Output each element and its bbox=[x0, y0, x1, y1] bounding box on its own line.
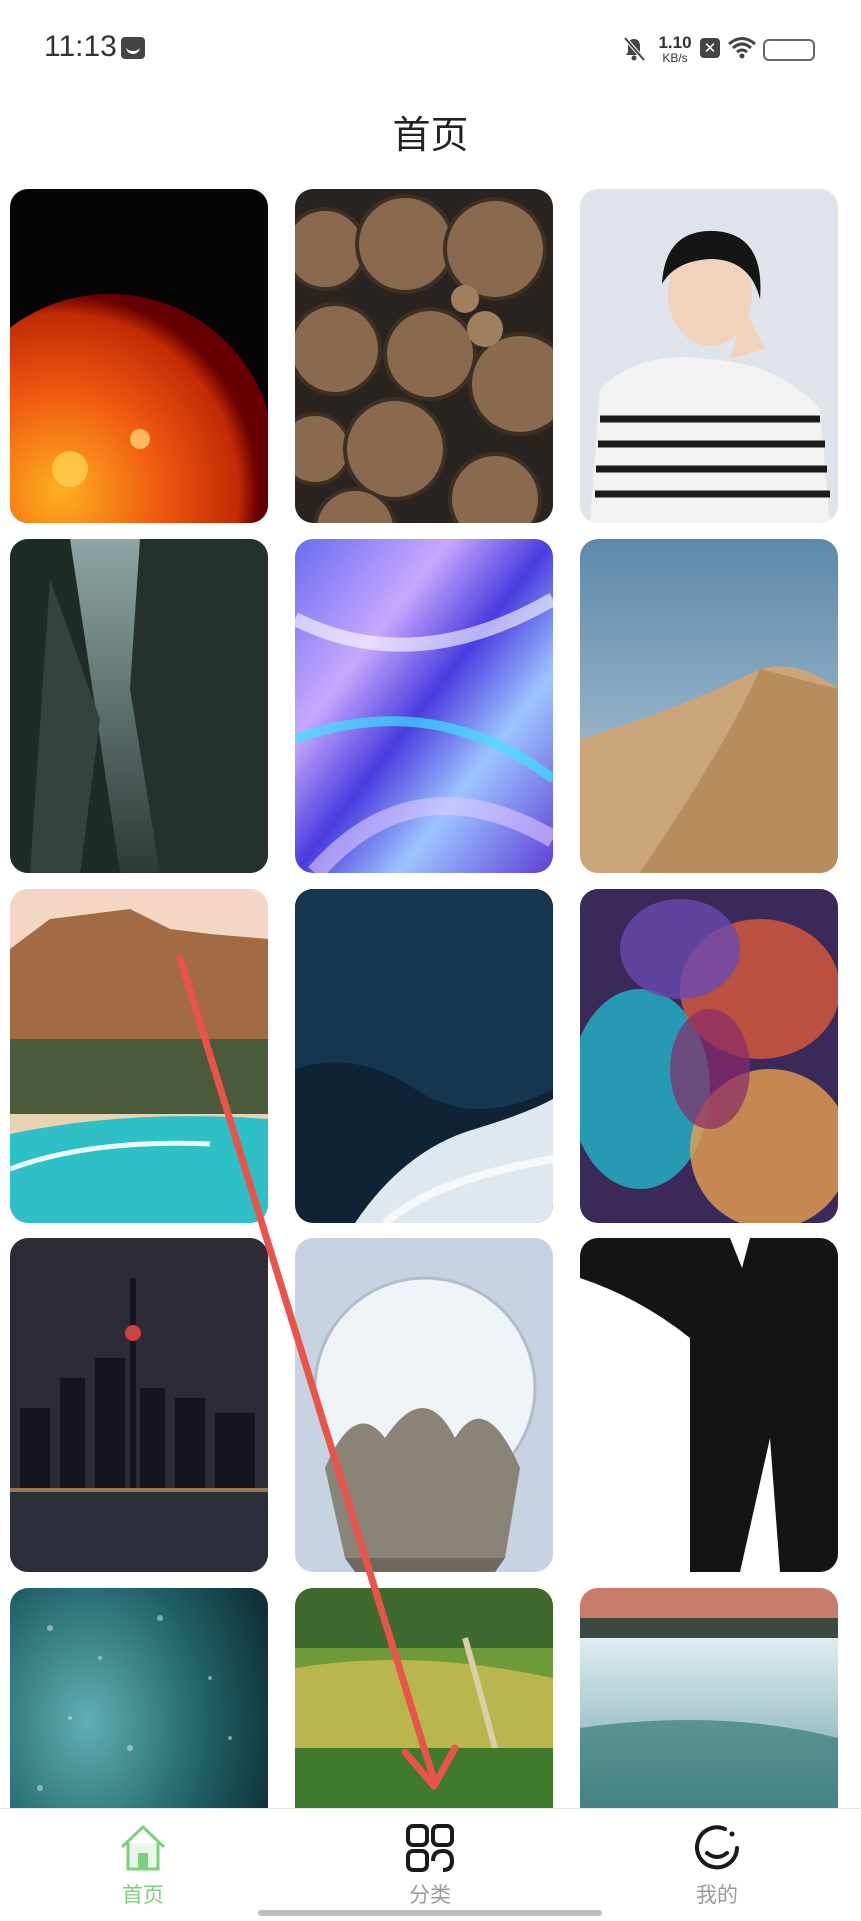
battery-icon bbox=[763, 39, 815, 61]
profile-smile-icon bbox=[695, 1825, 739, 1870]
wallpaper-sun[interactable] bbox=[10, 189, 268, 523]
nav-category[interactable]: 分类 bbox=[350, 1821, 510, 1909]
wifi-icon bbox=[728, 37, 756, 59]
wallpaper-green-fields-road[interactable] bbox=[295, 1588, 553, 1809]
wallpaper-ocean-waves[interactable] bbox=[295, 889, 553, 1223]
nav-profile-label: 我的 bbox=[696, 1883, 738, 1907]
wallpaper-misty-forest[interactable] bbox=[10, 539, 268, 873]
wallpaper-wood-logs[interactable] bbox=[295, 189, 553, 523]
wallpaper-young-man-striped-sweater[interactable] bbox=[580, 189, 838, 523]
wallpaper-holographic-abstract[interactable] bbox=[295, 539, 553, 873]
x-icon: ✕ bbox=[700, 38, 720, 58]
message-icon bbox=[121, 37, 145, 59]
status-time: 11:13 bbox=[44, 30, 117, 63]
home-icon bbox=[120, 1825, 166, 1871]
nav-home[interactable]: 首页 bbox=[63, 1821, 223, 1909]
net-speed-value: 1.10 bbox=[658, 33, 692, 52]
wallpaper-rain-drops-teal[interactable] bbox=[10, 1588, 268, 1809]
bell-muted-icon bbox=[623, 36, 646, 62]
wallpaper-mountain-coastline[interactable] bbox=[10, 889, 268, 1223]
wallpaper-sand-dune[interactable] bbox=[580, 539, 838, 873]
grid-category-icon bbox=[406, 1824, 455, 1872]
bottom-nav: 首页 分类 我的 bbox=[0, 1808, 861, 1921]
nav-category-label: 分类 bbox=[409, 1883, 451, 1907]
nav-home-label: 首页 bbox=[122, 1883, 164, 1907]
nav-profile[interactable]: 我的 bbox=[637, 1821, 797, 1909]
page-title: 首页 bbox=[392, 113, 469, 157]
home-indicator[interactable] bbox=[258, 1910, 602, 1916]
wallpaper-grid bbox=[10, 189, 860, 1809]
wallpaper-colorful-nebula[interactable] bbox=[580, 889, 838, 1223]
status-bar: 11:13 1.10 KB/s ✕ bbox=[0, 0, 861, 100]
wallpaper-city-skyline-night[interactable] bbox=[10, 1238, 268, 1572]
wallpaper-man-in-suit-silhouette[interactable] bbox=[580, 1238, 838, 1572]
wallpaper-waterfall[interactable] bbox=[580, 1588, 838, 1809]
net-speed: 1.10 KB/s bbox=[658, 34, 692, 64]
wallpaper-glass-sphere-sculpture[interactable] bbox=[295, 1238, 553, 1572]
net-speed-unit: KB/s bbox=[662, 51, 688, 65]
